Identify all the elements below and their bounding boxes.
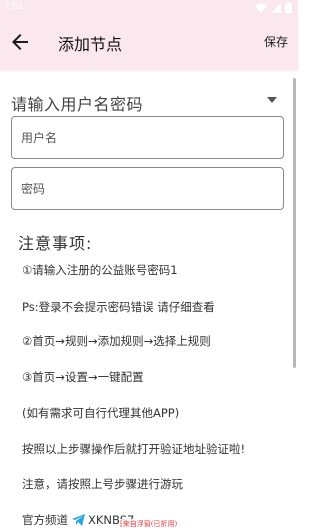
note-item: ①请输入注册的公益账号密码1: [22, 263, 178, 277]
back-arrow-icon[interactable]: [8, 30, 32, 54]
channel-label: 官方频道: [22, 513, 68, 527]
save-button[interactable]: 保存: [264, 33, 288, 50]
status-bar: 7:51: [0, 0, 298, 14]
notes-title: 注意事项:: [18, 234, 93, 253]
scrollbar-thumb[interactable]: [293, 78, 296, 368]
section-title: 请输入用户名密码: [11, 95, 144, 114]
wifi-icon: [255, 3, 267, 13]
app-bar: 添加节点 保存: [0, 14, 298, 70]
username-input[interactable]: [12, 117, 283, 158]
note-item: ③首页→设置→一键配置: [22, 370, 144, 384]
username-field[interactable]: [11, 116, 284, 159]
note-item: 按照以上步骤操作后就打开验证地址验证啦!: [22, 442, 246, 456]
signal-icon: [271, 2, 281, 13]
telegram-icon: [72, 514, 85, 526]
dropdown-arrow-icon[interactable]: [267, 97, 277, 104]
page-title: 添加节点: [58, 35, 123, 54]
status-time: 7:51: [4, 1, 24, 12]
battery-icon: [285, 2, 292, 13]
password-input[interactable]: [12, 168, 283, 209]
password-field[interactable]: [11, 167, 284, 210]
note-item: (如有需求可自行代理其他APP): [22, 406, 180, 420]
note-item: 注意，请按照上号步骤进行游玩: [22, 477, 183, 491]
note-item: ②首页→规则→添加规则→选择上规则: [22, 334, 211, 348]
note-item: Ps:登录不会提示密码错误 请仔细查看: [22, 300, 215, 314]
floating-window-badge: [来自浮窗(已折用): [119, 519, 179, 529]
status-icons: [255, 2, 292, 13]
official-channel-row: 官方频道 XKNBS7: [22, 512, 134, 528]
credentials-section-header[interactable]: 请输入用户名密码: [11, 91, 277, 114]
